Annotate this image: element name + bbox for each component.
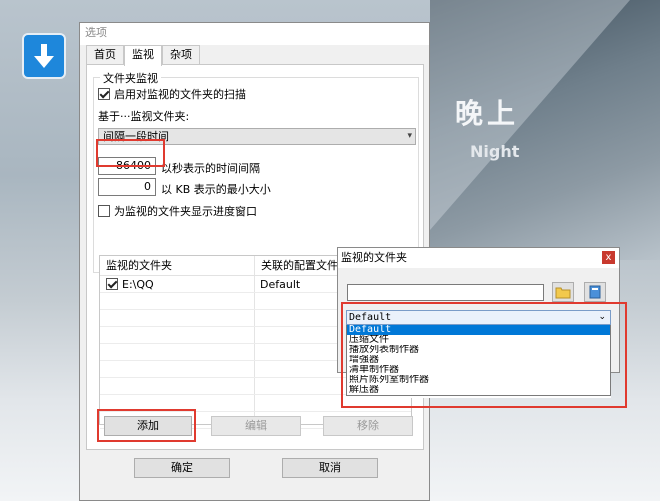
enable-scan-label: 启用对监视的文件夹的扫描 — [114, 88, 246, 101]
close-icon[interactable]: x — [602, 251, 615, 264]
row-profile: Default — [260, 277, 301, 291]
column-header-folder[interactable]: 监视的文件夹 — [100, 256, 255, 275]
enable-scan-checkbox[interactable] — [98, 88, 110, 100]
folder-icon — [555, 287, 571, 299]
enable-scan-option[interactable]: 启用对监视的文件夹的扫描 — [98, 86, 246, 102]
dropdown-highlight-box — [341, 302, 627, 408]
open-config-button[interactable] — [584, 282, 606, 302]
tab-monitor[interactable]: 监视 — [124, 45, 162, 66]
ok-button[interactable]: 确定 — [134, 458, 230, 478]
edit-button[interactable]: 编辑 — [211, 416, 301, 436]
column-header-profile[interactable]: 关联的配置文件 — [255, 256, 338, 275]
download-arrow-icon — [34, 44, 54, 68]
add-highlight-box — [97, 409, 196, 442]
wallpaper-title: 晚上 — [455, 97, 520, 130]
wallpaper-subtitle: Night — [470, 142, 520, 161]
folder-path-input[interactable] — [347, 284, 544, 301]
show-progress-checkbox[interactable] — [98, 205, 110, 217]
cancel-button[interactable]: 取消 — [282, 458, 378, 478]
dialog-title: 监视的文件夹 — [338, 248, 619, 268]
row-checkbox[interactable] — [106, 278, 118, 290]
window-title: 选项 — [80, 23, 429, 45]
tab-misc[interactable]: 杂项 — [162, 45, 200, 65]
interval-label: 以秒表示的时间间隔 — [161, 162, 260, 175]
folder-monitor-group: 文件夹监视 启用对监视的文件夹的扫描 基于···监视文件夹: 间隔一段时间 ▾ … — [93, 70, 419, 273]
show-progress-option[interactable]: 为监视的文件夹显示进度窗口 — [98, 203, 257, 219]
min-size-label: 以 KB 表示的最小大小 — [161, 183, 271, 196]
row-folder: E:\QQ — [122, 277, 154, 291]
chevron-down-icon: ▾ — [407, 131, 412, 141]
download-app-icon[interactable] — [22, 33, 66, 79]
min-size-input[interactable]: 0 — [98, 178, 156, 196]
tab-home[interactable]: 首页 — [86, 45, 124, 65]
remove-button[interactable]: 移除 — [323, 416, 413, 436]
interval-highlight-box — [96, 139, 165, 167]
group-title: 文件夹监视 — [100, 70, 161, 86]
based-on-label: 基于···监视文件夹: — [98, 110, 190, 123]
browse-folder-button[interactable] — [552, 282, 574, 302]
show-progress-label: 为监视的文件夹显示进度窗口 — [114, 205, 257, 218]
tab-bar: 首页 监视 杂项 — [86, 45, 200, 66]
document-icon — [589, 285, 601, 299]
